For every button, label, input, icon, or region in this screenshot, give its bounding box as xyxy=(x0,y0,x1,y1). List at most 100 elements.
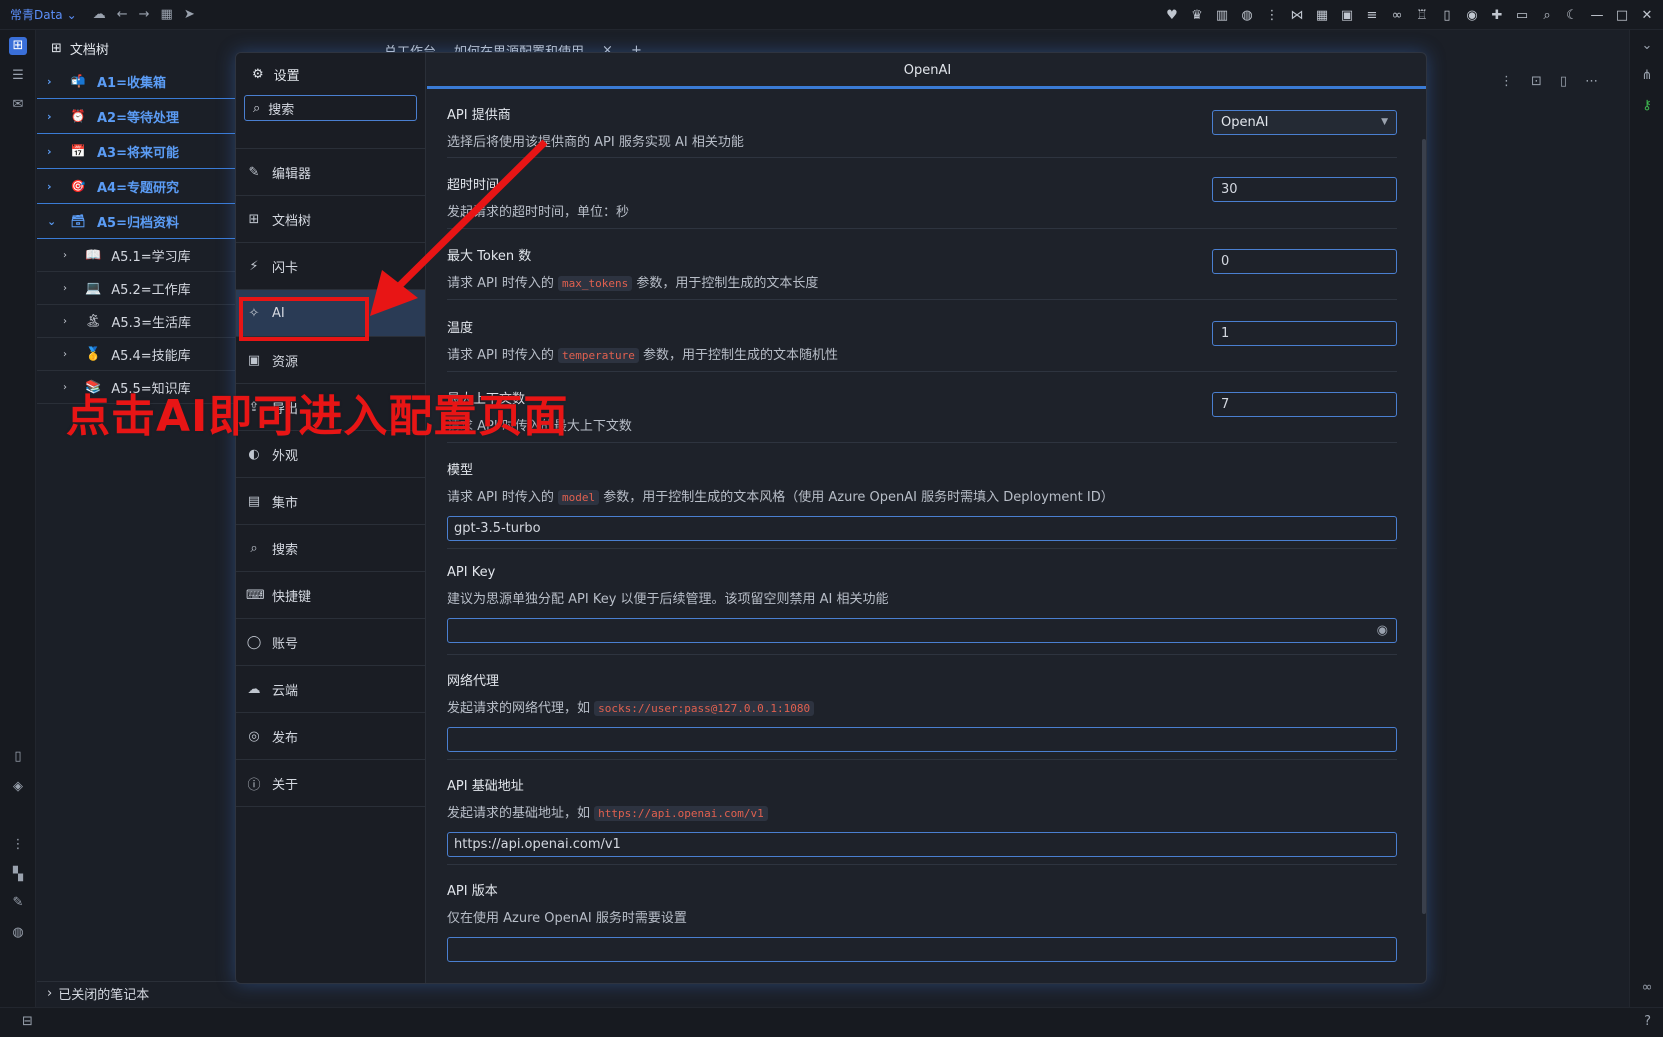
settings-search-input[interactable]: ⌕ 搜索 xyxy=(244,95,417,121)
nav-item-assets[interactable]: ▣ 资源 xyxy=(236,337,425,384)
grid-plugin-icon[interactable]: ▥ xyxy=(1214,8,1230,23)
forward-icon[interactable]: → xyxy=(139,7,150,22)
shirt-icon[interactable]: ♖ xyxy=(1414,8,1430,23)
chevron-right-icon[interactable]: › xyxy=(47,145,59,158)
scrollbar[interactable] xyxy=(1422,139,1426,914)
doc-emoji: 📖 xyxy=(85,247,102,263)
inline-code: model xyxy=(557,490,600,505)
tag-dock-icon[interactable]: ◈ xyxy=(9,778,27,796)
nav-item-publish[interactable]: ◎ 发布 xyxy=(236,713,425,760)
inbox-dock-icon[interactable]: ✉ xyxy=(9,96,27,114)
search-placeholder: 搜索 xyxy=(268,102,295,118)
chevron-right-icon[interactable]: › xyxy=(63,349,75,360)
notebook-emoji: 🎯 xyxy=(70,179,86,193)
graph-icon[interactable]: ⋔ xyxy=(1638,68,1656,86)
puzzle-icon[interactable]: ✚ xyxy=(1489,8,1505,23)
setting-desc: 请求 API 时传入的 model 参数，用于控制生成的文本风格（使用 Azur… xyxy=(447,486,1397,505)
globe-dock-icon[interactable]: ◍ xyxy=(9,924,27,942)
layout-icon[interactable]: ⊟ xyxy=(22,1014,33,1029)
setting-label: 网络代理 xyxy=(447,674,500,689)
chevron-right-icon[interactable]: › xyxy=(47,180,59,193)
closed-notebooks-label: 已关闭的笔记本 xyxy=(58,988,150,1003)
expand-down-icon[interactable]: ⌄ xyxy=(1638,38,1656,56)
setting-timeout: 超时时间 发起请求的超时时间，单位：秒 30 xyxy=(447,174,1397,229)
maximize-icon[interactable]: □ xyxy=(1614,8,1630,23)
info-icon: ⓘ xyxy=(247,777,261,793)
help-icon[interactable]: ? xyxy=(1644,1014,1651,1029)
graph-dock-icon[interactable]: ✎ xyxy=(9,894,27,912)
context-input[interactable]: 7 xyxy=(1212,392,1397,417)
book-icon[interactable]: ▯ xyxy=(1439,8,1455,23)
proxy-input[interactable] xyxy=(447,727,1397,752)
bookmark-dock-icon[interactable]: ▯ xyxy=(9,748,27,766)
filetree-dock-icon[interactable]: ⊞ xyxy=(9,37,27,55)
list-icon[interactable]: ≡ xyxy=(1364,8,1380,23)
outline-dock-icon[interactable]: ☰ xyxy=(9,67,27,85)
nav-item-account[interactable]: ◯ 账号 xyxy=(236,619,425,666)
plugin-icon[interactable]: ♥ xyxy=(1164,8,1180,23)
keyboard-icon: ⌨ xyxy=(246,587,265,603)
settings-title: 设置 xyxy=(273,68,300,84)
desc-suffix: 参数，用于控制生成的文本随机性 xyxy=(642,348,838,363)
api-key-input[interactable]: ◉ xyxy=(447,618,1397,643)
link-icon[interactable]: ∞ xyxy=(1638,980,1656,998)
desc-prefix: 请求 API 时传入的 xyxy=(447,348,554,363)
workspace-menu[interactable]: 常青Data ⌄ xyxy=(10,6,77,23)
chevron-right-icon[interactable]: › xyxy=(63,283,75,294)
inline-code: max_tokens xyxy=(557,276,633,291)
nav-item-search[interactable]: ⌕ 搜索 xyxy=(236,525,425,572)
provider-select[interactable]: OpenAI ▼ xyxy=(1212,110,1397,135)
minimize-icon[interactable]: — xyxy=(1589,8,1605,23)
globe-icon[interactable]: ◍ xyxy=(1239,8,1255,23)
top-left-icons: ☁ ← → ▦ ➤ xyxy=(93,7,195,22)
timeout-input[interactable]: 30 xyxy=(1212,177,1397,202)
more-icon[interactable]: ⋯ xyxy=(1585,74,1598,89)
crown-icon[interactable]: ♛ xyxy=(1189,8,1205,23)
chevron-right-icon[interactable]: › xyxy=(63,316,75,327)
nav-item-keymap[interactable]: ⌨ 快捷键 xyxy=(236,572,425,619)
chrome-icon[interactable]: ◉ xyxy=(1464,8,1480,23)
closed-notebooks[interactable]: › 已关闭的笔记本 xyxy=(37,981,357,1005)
api-version-input[interactable] xyxy=(447,937,1397,962)
outline-icon[interactable]: ⋮ xyxy=(1264,8,1280,23)
cloud-sync-icon[interactable]: ☁ xyxy=(93,7,106,22)
lock-icon[interactable]: ⊡ xyxy=(1531,74,1542,89)
backlink-dock-icon[interactable]: ⋮ xyxy=(9,836,27,854)
setting-proxy: 网络代理 发起请求的网络代理，如 socks://user:pass@127.0… xyxy=(447,670,1397,760)
model-input[interactable]: gpt-3.5-turbo xyxy=(447,516,1397,541)
doc-icon[interactable]: ▯ xyxy=(1560,74,1567,89)
eye-icon[interactable]: ◉ xyxy=(1377,619,1388,642)
moon-icon[interactable]: ☾ xyxy=(1564,8,1580,23)
chevron-right-icon[interactable]: › xyxy=(47,110,59,123)
terminal-icon[interactable]: ▭ xyxy=(1514,8,1530,23)
inline-code: https://api.openai.com/v1 xyxy=(594,806,768,821)
nav-item-cloud[interactable]: ☁ 云端 xyxy=(236,666,425,713)
dock-apps-icon[interactable]: ▚ xyxy=(9,866,27,884)
key-icon[interactable]: ⚷ xyxy=(1638,98,1656,116)
back-icon[interactable]: ← xyxy=(117,7,128,22)
nav-item-about[interactable]: ⓘ 关于 xyxy=(236,760,425,807)
base-url-input[interactable]: https://api.openai.com/v1 xyxy=(447,832,1397,857)
desc-prefix: 发起请求的网络代理，如 xyxy=(447,701,591,716)
calendar-icon[interactable]: ▦ xyxy=(161,7,173,22)
chevron-down-icon[interactable]: ⌄ xyxy=(47,215,59,228)
search-icon[interactable]: ⌕ xyxy=(1539,8,1555,23)
table-icon[interactable]: ▦ xyxy=(1314,8,1330,23)
nav-item-flashcard[interactable]: ⚡ 闪卡 xyxy=(236,243,425,290)
chevron-right-icon[interactable]: › xyxy=(63,250,75,261)
outline-icon[interactable]: ⋮ xyxy=(1500,74,1513,89)
nav-item-editor[interactable]: ✎ 编辑器 xyxy=(236,149,425,196)
max-tokens-input[interactable]: 0 xyxy=(1212,249,1397,274)
close-window-icon[interactable]: ✕ xyxy=(1639,8,1655,23)
nav-item-bazaar[interactable]: ▤ 集市 xyxy=(236,478,425,525)
link-icon[interactable]: ∞ xyxy=(1389,8,1405,23)
send-icon[interactable]: ➤ xyxy=(184,7,195,22)
panel-header: OpenAI xyxy=(427,53,1426,89)
temperature-input[interactable]: 1 xyxy=(1212,321,1397,346)
nav-item-filetree[interactable]: ⊞ 文档树 xyxy=(236,196,425,243)
image-icon[interactable]: ▣ xyxy=(1339,8,1355,23)
setting-desc: 建议为思源单独分配 API Key 以便于后续管理。该项留空则禁用 AI 相关功… xyxy=(447,592,889,607)
chevron-right-icon[interactable]: › xyxy=(47,75,59,88)
share-icon[interactable]: ⋈ xyxy=(1289,8,1305,23)
desc-prefix: 请求 API 时传入的 xyxy=(447,276,554,291)
